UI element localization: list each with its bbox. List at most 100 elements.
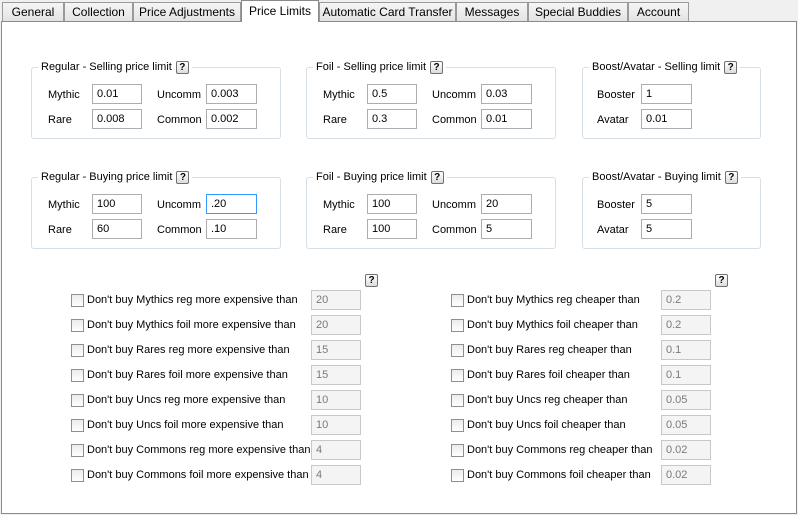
uncomm-label: Uncomm (157, 199, 202, 211)
foil-sell-common-input[interactable] (481, 109, 532, 129)
uncomm-label: Uncomm (432, 89, 477, 101)
foil-sell-rare-input[interactable] (367, 109, 417, 129)
foil-sell-uncomm-input[interactable] (481, 84, 532, 104)
checkbox-label: Don't buy Commons reg more expensive tha… (87, 444, 311, 456)
limit-input[interactable] (311, 465, 361, 485)
limit-input[interactable] (311, 315, 361, 335)
checkbox-label: Don't buy Rares foil more expensive than (87, 369, 288, 381)
checkbox-label: Don't buy Mythics foil cheaper than (467, 319, 638, 331)
checkbox[interactable] (71, 394, 84, 407)
limit-input[interactable] (311, 390, 361, 410)
regular-buy-common-input[interactable] (206, 219, 257, 239)
tab-price-adjustments[interactable]: Price Adjustments (133, 2, 241, 21)
rare-label: Rare (48, 224, 72, 236)
tab-collection[interactable]: Collection (64, 2, 133, 21)
foil-buy-common-input[interactable] (481, 219, 532, 239)
rare-label: Rare (48, 114, 72, 126)
help-icon[interactable]: ? (176, 170, 190, 184)
help-icon[interactable]: ? (724, 60, 738, 74)
boost-avatar-selling-group: Boost/Avatar - Selling limit? Booster Av… (582, 60, 761, 139)
common-label: Common (157, 224, 202, 236)
limit-input[interactable] (661, 465, 711, 485)
limit-input[interactable] (311, 340, 361, 360)
checkbox[interactable] (71, 369, 84, 382)
regular-sell-rare-input[interactable] (92, 109, 142, 129)
common-label: Common (432, 224, 477, 236)
checkbox-label: Don't buy Uncs foil more expensive than (87, 419, 284, 431)
common-label: Common (157, 114, 202, 126)
group-title: Regular - Selling price limit? (38, 60, 192, 76)
avatar-buy-input[interactable] (641, 219, 692, 239)
checkbox[interactable] (71, 344, 84, 357)
limit-input[interactable] (311, 415, 361, 435)
tab-special-buddies[interactable]: Special Buddies (528, 2, 628, 21)
tab-general[interactable]: General (2, 2, 64, 21)
checkbox-label: Don't buy Rares foil cheaper than (467, 369, 630, 381)
regular-buy-uncomm-input[interactable] (206, 194, 257, 214)
checkbox[interactable] (451, 419, 464, 432)
help-icon[interactable]: ? (365, 274, 378, 287)
limit-input[interactable] (311, 365, 361, 385)
help-icon[interactable]: ? (430, 170, 444, 184)
group-title: Boost/Avatar - Selling limit? (589, 60, 741, 76)
limit-input[interactable] (661, 340, 711, 360)
tab-strip: General Collection Price Adjustments Pri… (0, 0, 798, 22)
mythic-label: Mythic (323, 199, 355, 211)
checkbox-label: Don't buy Uncs reg cheaper than (467, 394, 628, 406)
foil-buy-uncomm-input[interactable] (481, 194, 532, 214)
checkbox-label: Don't buy Mythics foil more expensive th… (87, 319, 296, 331)
help-icon[interactable]: ? (175, 60, 189, 74)
limit-input[interactable] (661, 315, 711, 335)
foil-buy-rare-input[interactable] (367, 219, 417, 239)
checkbox[interactable] (71, 294, 84, 307)
limit-input[interactable] (661, 365, 711, 385)
avatar-sell-input[interactable] (641, 109, 692, 129)
booster-label: Booster (597, 89, 635, 101)
checkbox[interactable] (71, 444, 84, 457)
booster-sell-input[interactable] (641, 84, 692, 104)
common-label: Common (432, 114, 477, 126)
checkbox[interactable] (71, 319, 84, 332)
checkbox[interactable] (71, 419, 84, 432)
tab-price-limits[interactable]: Price Limits (241, 0, 319, 22)
help-icon[interactable]: ? (715, 274, 728, 287)
limit-input[interactable] (661, 440, 711, 460)
group-title: Regular - Buying price limit? (38, 170, 193, 186)
regular-buy-mythic-input[interactable] (92, 194, 142, 214)
checkbox[interactable] (451, 294, 464, 307)
checkbox[interactable] (451, 394, 464, 407)
regular-sell-mythic-input[interactable] (92, 84, 142, 104)
checkbox[interactable] (451, 469, 464, 482)
limit-input[interactable] (661, 390, 711, 410)
regular-sell-uncomm-input[interactable] (206, 84, 257, 104)
foil-sell-mythic-input[interactable] (367, 84, 417, 104)
checkbox[interactable] (71, 469, 84, 482)
tab-account[interactable]: Account (628, 2, 689, 21)
checkbox-label: Don't buy Rares reg cheaper than (467, 344, 632, 356)
regular-buying-group: Regular - Buying price limit? Mythic Unc… (31, 170, 281, 249)
checkbox-label: Don't buy Commons foil cheaper than (467, 469, 651, 481)
group-title: Boost/Avatar - Buying limit? (589, 170, 741, 186)
price-limits-panel: Regular - Selling price limit? Mythic Un… (1, 21, 797, 514)
limit-input[interactable] (661, 290, 711, 310)
checkbox[interactable] (451, 319, 464, 332)
foil-buying-group: Foil - Buying price limit? Mythic Uncomm… (306, 170, 556, 249)
limit-input[interactable] (311, 440, 361, 460)
avatar-label: Avatar (597, 224, 629, 236)
regular-sell-common-input[interactable] (206, 109, 257, 129)
limit-input[interactable] (661, 415, 711, 435)
help-icon[interactable]: ? (430, 60, 444, 74)
mythic-label: Mythic (48, 89, 80, 101)
regular-buy-rare-input[interactable] (92, 219, 142, 239)
uncomm-label: Uncomm (432, 199, 477, 211)
tab-messages[interactable]: Messages (456, 2, 528, 21)
help-icon[interactable]: ? (724, 170, 738, 184)
checkbox[interactable] (451, 369, 464, 382)
foil-buy-mythic-input[interactable] (367, 194, 417, 214)
limit-input[interactable] (311, 290, 361, 310)
booster-buy-input[interactable] (641, 194, 692, 214)
checkbox-label: Don't buy Rares reg more expensive than (87, 344, 290, 356)
checkbox[interactable] (451, 444, 464, 457)
tab-automatic-card-transfer[interactable]: Automatic Card Transfer (319, 2, 456, 21)
checkbox[interactable] (451, 344, 464, 357)
